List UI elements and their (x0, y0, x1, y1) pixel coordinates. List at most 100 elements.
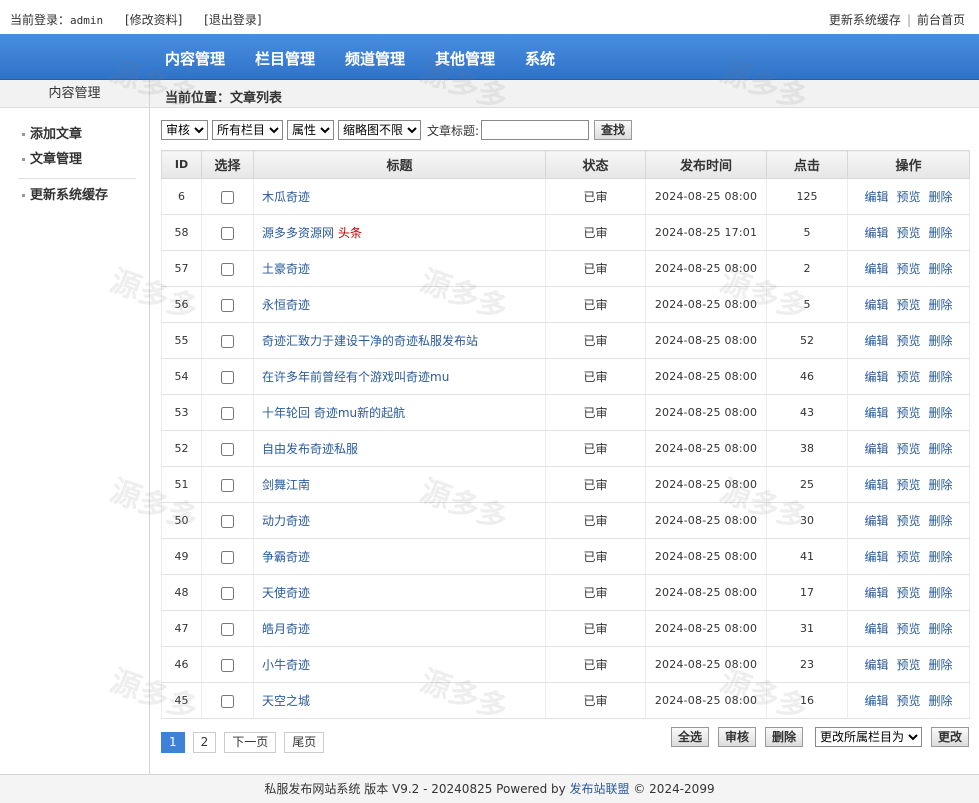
row-title-link[interactable]: 皓月奇迹 (262, 622, 310, 636)
row-checkbox[interactable] (221, 694, 234, 708)
row-checkbox[interactable] (221, 550, 234, 564)
approve-button[interactable]: 审核 (717, 727, 756, 747)
logout-link[interactable]: [退出登录] (204, 13, 261, 27)
sidebar-item-article-management[interactable]: 文章管理 (22, 148, 82, 167)
delete-link[interactable]: 删除 (929, 406, 953, 420)
sidebar-item-add-article[interactable]: 添加文章 (22, 123, 82, 142)
edit-link[interactable]: 编辑 (864, 370, 888, 384)
row-title-link[interactable]: 奇迹汇致力于建设干净的奇迹私服发布站 (262, 334, 478, 348)
edit-link[interactable]: 编辑 (864, 694, 888, 708)
preview-link[interactable]: 预览 (896, 514, 920, 528)
nav-other-management[interactable]: 其他管理 (435, 48, 495, 69)
delete-link[interactable]: 删除 (929, 550, 953, 564)
page-2[interactable]: 2 (192, 732, 217, 753)
delete-link[interactable]: 删除 (929, 190, 953, 204)
row-checkbox[interactable] (221, 262, 234, 276)
edit-link[interactable]: 编辑 (864, 190, 888, 204)
delete-link[interactable]: 删除 (929, 262, 953, 276)
preview-link[interactable]: 预览 (896, 622, 920, 636)
edit-link[interactable]: 编辑 (864, 442, 888, 456)
row-checkbox[interactable] (221, 442, 234, 456)
nav-column-management[interactable]: 栏目管理 (255, 48, 315, 69)
delete-link[interactable]: 删除 (929, 334, 953, 348)
attribute-select[interactable]: 属性 (287, 120, 334, 140)
status-select[interactable]: 审核 (161, 120, 208, 140)
footer-link[interactable]: 发布站联盟 (570, 782, 630, 796)
row-checkbox[interactable] (221, 370, 234, 384)
delete-link[interactable]: 删除 (929, 226, 953, 240)
delete-link[interactable]: 删除 (929, 658, 953, 672)
edit-link[interactable]: 编辑 (864, 406, 888, 420)
row-checkbox[interactable] (221, 514, 234, 528)
delete-link[interactable]: 删除 (929, 442, 953, 456)
preview-link[interactable]: 预览 (896, 586, 920, 600)
row-checkbox[interactable] (221, 478, 234, 492)
row-checkbox[interactable] (221, 658, 234, 672)
front-home-link[interactable]: 前台首页 (917, 13, 965, 27)
update-cache-link[interactable]: 更新系统缓存 (829, 13, 901, 27)
delete-link[interactable]: 删除 (929, 622, 953, 636)
row-checkbox[interactable] (221, 622, 234, 636)
row-checkbox[interactable] (221, 298, 234, 312)
change-button[interactable]: 更改 (930, 727, 969, 747)
row-checkbox[interactable] (221, 334, 234, 348)
delete-button[interactable]: 删除 (764, 727, 803, 747)
nav-channel-management[interactable]: 频道管理 (345, 48, 405, 69)
select-all-button[interactable]: 全选 (670, 727, 709, 747)
edit-link[interactable]: 编辑 (864, 262, 888, 276)
row-title-link[interactable]: 天使奇迹 (262, 586, 310, 600)
delete-link[interactable]: 删除 (929, 370, 953, 384)
preview-link[interactable]: 预览 (896, 334, 920, 348)
edit-link[interactable]: 编辑 (864, 622, 888, 636)
move-category-select[interactable]: 更改所属栏目为 (814, 727, 922, 747)
preview-link[interactable]: 预览 (896, 550, 920, 564)
thumbnail-select[interactable]: 缩略图不限 (338, 120, 421, 140)
preview-link[interactable]: 预览 (896, 694, 920, 708)
row-title-link[interactable]: 十年轮回 奇迹mu新的起航 (262, 406, 405, 420)
delete-link[interactable]: 删除 (929, 694, 953, 708)
row-title-link[interactable]: 土豪奇迹 (262, 262, 310, 276)
preview-link[interactable]: 预览 (896, 226, 920, 240)
edit-link[interactable]: 编辑 (864, 334, 888, 348)
row-checkbox[interactable] (221, 226, 234, 240)
edit-profile-link[interactable]: [修改资料] (125, 13, 182, 27)
row-title-link[interactable]: 源多多资源网 (262, 226, 334, 240)
preview-link[interactable]: 预览 (896, 658, 920, 672)
edit-link[interactable]: 编辑 (864, 478, 888, 492)
preview-link[interactable]: 预览 (896, 406, 920, 420)
row-title-link[interactable]: 小牛奇迹 (262, 658, 310, 672)
row-checkbox[interactable] (221, 190, 234, 204)
category-select[interactable]: 所有栏目 (212, 120, 283, 140)
row-title-link[interactable]: 在许多年前曾经有个游戏叫奇迹mu (262, 370, 449, 384)
row-title-link[interactable]: 剑舞江南 (262, 478, 310, 492)
delete-link[interactable]: 删除 (929, 586, 953, 600)
sidebar-item-update-cache[interactable]: 更新系统缓存 (22, 184, 108, 203)
row-title-link[interactable]: 争霸奇迹 (262, 550, 310, 564)
last-page-link[interactable]: 尾页 (284, 732, 325, 753)
delete-link[interactable]: 删除 (929, 298, 953, 312)
search-button[interactable]: 查找 (594, 120, 633, 140)
row-checkbox[interactable] (221, 586, 234, 600)
preview-link[interactable]: 预览 (896, 442, 920, 456)
preview-link[interactable]: 预览 (896, 190, 920, 204)
edit-link[interactable]: 编辑 (864, 298, 888, 312)
edit-link[interactable]: 编辑 (864, 514, 888, 528)
row-title-link[interactable]: 动力奇迹 (262, 514, 310, 528)
preview-link[interactable]: 预览 (896, 478, 920, 492)
row-title-link[interactable]: 天空之城 (262, 694, 310, 708)
page-1[interactable]: 1 (161, 732, 185, 753)
edit-link[interactable]: 编辑 (864, 550, 888, 564)
preview-link[interactable]: 预览 (896, 298, 920, 312)
edit-link[interactable]: 编辑 (864, 586, 888, 600)
preview-link[interactable]: 预览 (896, 262, 920, 276)
row-title-link[interactable]: 木瓜奇迹 (262, 190, 310, 204)
delete-link[interactable]: 删除 (929, 514, 953, 528)
title-search-input[interactable] (481, 120, 590, 140)
nav-content-management[interactable]: 内容管理 (165, 48, 225, 69)
next-page-link[interactable]: 下一页 (224, 732, 277, 753)
edit-link[interactable]: 编辑 (864, 658, 888, 672)
preview-link[interactable]: 预览 (896, 370, 920, 384)
row-title-link[interactable]: 永恒奇迹 (262, 298, 310, 312)
row-checkbox[interactable] (221, 406, 234, 420)
edit-link[interactable]: 编辑 (864, 226, 888, 240)
